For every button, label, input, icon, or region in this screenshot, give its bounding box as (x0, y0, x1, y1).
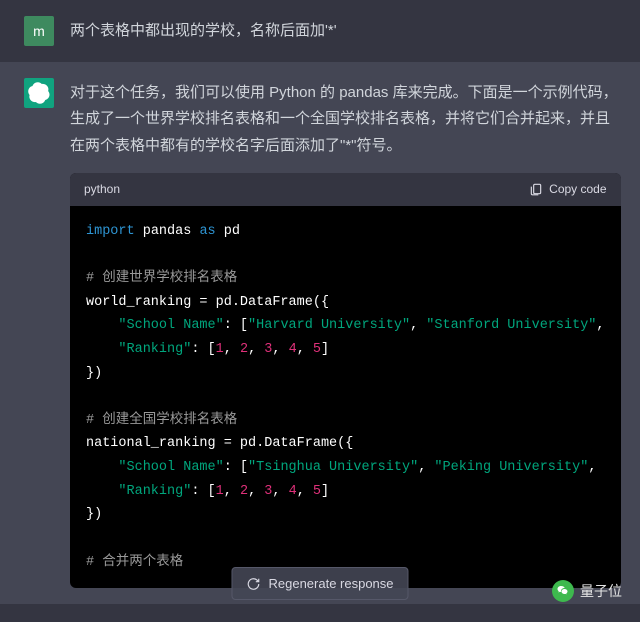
code-toolbar: python Copy code (70, 173, 621, 206)
assistant-content: 对于这个任务，我们可以使用 Python 的 pandas 库来完成。下面是一个… (70, 78, 621, 588)
watermark-text: 量子位 (580, 581, 622, 601)
user-avatar-letter: m (33, 23, 45, 39)
assistant-message-text: 对于这个任务，我们可以使用 Python 的 pandas 库来完成。下面是一个… (70, 80, 621, 159)
regenerate-button[interactable]: Regenerate response (231, 567, 408, 600)
copy-code-button[interactable]: Copy code (529, 179, 606, 200)
code-block: python Copy code import pandas as pd # 创… (70, 173, 621, 588)
refresh-icon (246, 577, 260, 591)
assistant-avatar (24, 78, 54, 108)
user-message-row: m 两个表格中都出现的学校，名称后面加'*' (0, 0, 640, 62)
clipboard-icon (529, 182, 543, 196)
assistant-message-row: 对于这个任务，我们可以使用 Python 的 pandas 库来完成。下面是一个… (0, 62, 640, 604)
watermark: 量子位 (552, 580, 622, 602)
user-avatar: m (24, 16, 54, 46)
openai-logo-icon (28, 82, 50, 104)
regenerate-label: Regenerate response (268, 576, 393, 591)
code-language-label: python (84, 179, 120, 200)
copy-code-label: Copy code (549, 179, 606, 200)
wechat-icon (552, 580, 574, 602)
user-message-text: 两个表格中都出现的学校，名称后面加'*' (70, 16, 616, 46)
code-content[interactable]: import pandas as pd # 创建世界学校排名表格 world_r… (70, 206, 621, 588)
